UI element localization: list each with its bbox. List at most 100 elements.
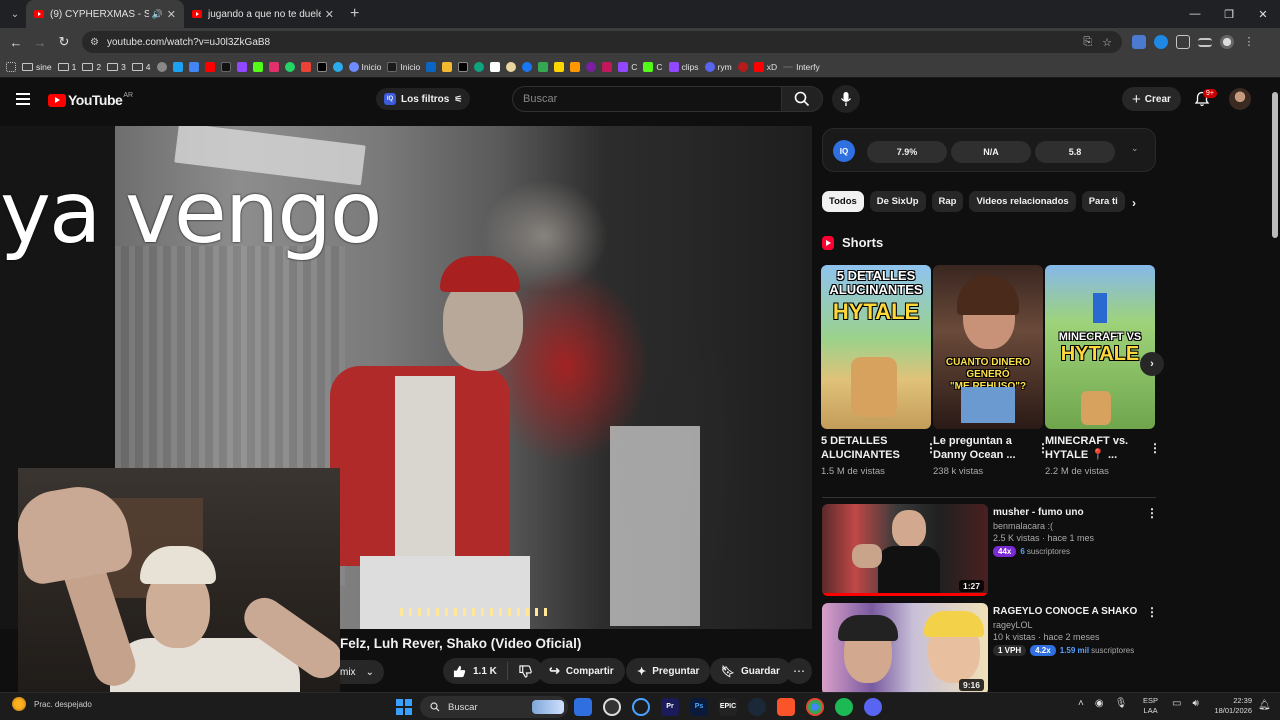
more-options-icon[interactable]: ⋮ bbox=[1146, 506, 1158, 520]
volume-icon[interactable]: 🔊︎ bbox=[1192, 698, 1198, 709]
bookmark-folder[interactable]: sine bbox=[22, 62, 52, 72]
bookmark-favicon[interactable] bbox=[188, 61, 199, 72]
network-icon[interactable]: ▭ bbox=[1172, 698, 1181, 709]
search-button[interactable] bbox=[781, 86, 823, 112]
profile-icon[interactable] bbox=[1220, 35, 1234, 49]
microphone-tray-icon[interactable]: 🎙︎ bbox=[1115, 698, 1128, 709]
bookmark-favicon[interactable] bbox=[220, 61, 231, 72]
short-card[interactable]: CUANTO DINERO GENERÓ"ME REHUSO"? Le preg… bbox=[933, 265, 1049, 477]
bookmark-folder[interactable]: 3 bbox=[107, 62, 126, 72]
chip-de-sixup[interactable]: De SixUp bbox=[869, 191, 926, 212]
short-title[interactable]: MINECRAFT vs. HYTALE 📍 ... bbox=[1045, 434, 1133, 464]
bookmark-favicon[interactable] bbox=[332, 61, 343, 72]
spotify-icon[interactable] bbox=[835, 698, 853, 716]
bookmark-favicon[interactable] bbox=[236, 61, 247, 72]
back-icon[interactable]: ← bbox=[4, 35, 28, 50]
ccleaner-icon[interactable] bbox=[632, 698, 650, 716]
bookmark-favicon[interactable] bbox=[538, 61, 549, 72]
epic-games-icon[interactable]: EPIC bbox=[719, 698, 737, 716]
chips-next-arrow-icon[interactable]: › bbox=[1132, 196, 1136, 210]
bookmark-link[interactable]: clips bbox=[668, 61, 699, 72]
filters-button[interactable]: IQ Los filtros ⚟ bbox=[376, 88, 471, 110]
bookmark-folder[interactable]: 2 bbox=[82, 62, 101, 72]
premiere-icon[interactable]: Pr bbox=[661, 698, 679, 716]
obs-icon[interactable] bbox=[603, 698, 621, 716]
maximize-icon[interactable]: ❐ bbox=[1212, 0, 1246, 28]
voice-search-button[interactable] bbox=[832, 85, 860, 113]
task-view-icon[interactable] bbox=[574, 698, 592, 716]
bookmark-favicon[interactable] bbox=[602, 61, 613, 72]
bookmark-star-icon[interactable]: ☆ bbox=[1102, 36, 1112, 49]
bookmark-favicon[interactable] bbox=[737, 61, 748, 72]
bookmark-favicon[interactable] bbox=[316, 61, 327, 72]
tab-inactive[interactable]: jugando a que no te duele nad ✕ bbox=[184, 0, 342, 28]
bookmark-favicon[interactable] bbox=[522, 61, 533, 72]
taskbar-search[interactable]: Buscar bbox=[420, 696, 568, 718]
video-thumbnail[interactable]: 1:27 bbox=[822, 504, 988, 596]
tray-overflow-icon[interactable]: ˄ bbox=[1078, 698, 1084, 709]
minimize-icon[interactable]: — bbox=[1178, 0, 1212, 28]
account-avatar[interactable] bbox=[1229, 88, 1251, 110]
tray-app-icon[interactable]: ◉ bbox=[1095, 698, 1104, 709]
page-scrollbar[interactable] bbox=[1270, 80, 1280, 692]
short-title[interactable]: 5 DETALLES ALUCINANTES ... bbox=[821, 434, 909, 464]
vpn-extension-icon[interactable] bbox=[1154, 35, 1168, 49]
bookmark-favicon[interactable] bbox=[172, 61, 183, 72]
bookmark-favicon[interactable] bbox=[252, 61, 263, 72]
bookmark-favicon[interactable] bbox=[570, 61, 581, 72]
bookmark-favicon[interactable] bbox=[300, 61, 311, 72]
search-input[interactable]: Buscar bbox=[512, 86, 782, 112]
bookmark-favicon[interactable] bbox=[474, 61, 485, 72]
channel-name[interactable]: benmalacara :( bbox=[993, 521, 1143, 531]
save-button[interactable]: 🔖︎ Guardar bbox=[710, 658, 791, 684]
speaker-icon[interactable]: 🔊 bbox=[152, 9, 163, 20]
video-title[interactable]: musher - fumo uno bbox=[993, 506, 1143, 519]
recommended-video[interactable]: 9:16 RAGEYLO CONOCE A SHAKO rageyLOL 10 … bbox=[822, 603, 1162, 695]
short-thumbnail[interactable]: CUANTO DINERO GENERÓ"ME REHUSO"? bbox=[933, 265, 1043, 429]
short-card[interactable]: 5 DETALLES ALUCINANTES HYTALE 5 DETALLES … bbox=[821, 265, 937, 477]
bookmark-favicon[interactable] bbox=[442, 61, 453, 72]
omnibox[interactable]: ⚙ youtube.com/watch?v=uJ0l3ZkGaB8 ⎘ ☆ bbox=[82, 31, 1122, 53]
channel-name[interactable]: rageyLOL bbox=[993, 620, 1143, 630]
bookmark-link[interactable]: Interfy bbox=[783, 62, 820, 72]
bookmark-favicon[interactable] bbox=[156, 61, 167, 72]
bookmark-link[interactable]: C bbox=[618, 61, 637, 72]
bookmark-link[interactable]: Inicio bbox=[387, 61, 420, 72]
bookmark-link[interactable]: rym bbox=[704, 61, 732, 72]
chip-para-ti[interactable]: Para ti bbox=[1081, 191, 1125, 212]
reload-icon[interactable]: ↻ bbox=[52, 34, 76, 50]
windows-start-icon[interactable] bbox=[396, 699, 412, 715]
more-options-icon[interactable]: ⋮ bbox=[1146, 605, 1158, 619]
new-tab-button[interactable]: + bbox=[350, 5, 359, 23]
create-button[interactable]: + Crear bbox=[1122, 87, 1181, 111]
bookmark-link[interactable]: xD bbox=[753, 61, 777, 72]
chip-rap[interactable]: Rap bbox=[931, 191, 964, 212]
tab-search-button[interactable]: ⌄ bbox=[4, 3, 26, 25]
bookmark-favicon[interactable] bbox=[490, 61, 501, 72]
photoshop-icon[interactable]: Ps bbox=[690, 698, 708, 716]
short-title[interactable]: Le preguntan a Danny Ocean ... bbox=[933, 434, 1021, 464]
shorts-next-arrow-icon[interactable]: › bbox=[1140, 352, 1164, 376]
notification-center-icon[interactable]: 🔔︎ bbox=[1258, 700, 1271, 711]
bookmark-favicon[interactable] bbox=[586, 61, 597, 72]
more-options-icon[interactable]: ⋮ bbox=[1149, 441, 1161, 455]
bookmark-favicon[interactable] bbox=[506, 61, 517, 72]
short-thumbnail[interactable]: MINECRAFT VS HYTALE bbox=[1045, 265, 1155, 429]
forward-icon[interactable]: → bbox=[28, 35, 52, 50]
language-indicator[interactable]: ESP LAA bbox=[1143, 696, 1158, 716]
bookmark-favicon[interactable] bbox=[554, 61, 565, 72]
close-window-icon[interactable]: ✕ bbox=[1246, 0, 1280, 28]
apps-icon[interactable] bbox=[6, 61, 16, 72]
tab-active[interactable]: (9) CYPHERXMAS - SixUp, J 🔊 ✕ bbox=[26, 0, 184, 28]
chrome-icon[interactable] bbox=[806, 698, 824, 716]
chip-todos[interactable]: Todos bbox=[822, 191, 864, 212]
reading-list-icon[interactable] bbox=[1198, 38, 1212, 47]
close-tab-icon[interactable]: ✕ bbox=[167, 8, 176, 21]
recommended-video[interactable]: 1:27 musher - fumo uno benmalacara :( 2.… bbox=[822, 504, 1162, 596]
youtube-logo[interactable]: YouTube AR bbox=[48, 92, 133, 108]
bookmark-favicon[interactable] bbox=[268, 61, 279, 72]
ask-button[interactable]: ✦ Preguntar bbox=[626, 658, 711, 684]
short-card[interactable]: MINECRAFT VS HYTALE MINECRAFT vs. HYTALE… bbox=[1045, 265, 1161, 477]
scrollbar-thumb[interactable] bbox=[1272, 92, 1278, 238]
browser-menu-icon[interactable]: ⋮ bbox=[1242, 35, 1256, 49]
